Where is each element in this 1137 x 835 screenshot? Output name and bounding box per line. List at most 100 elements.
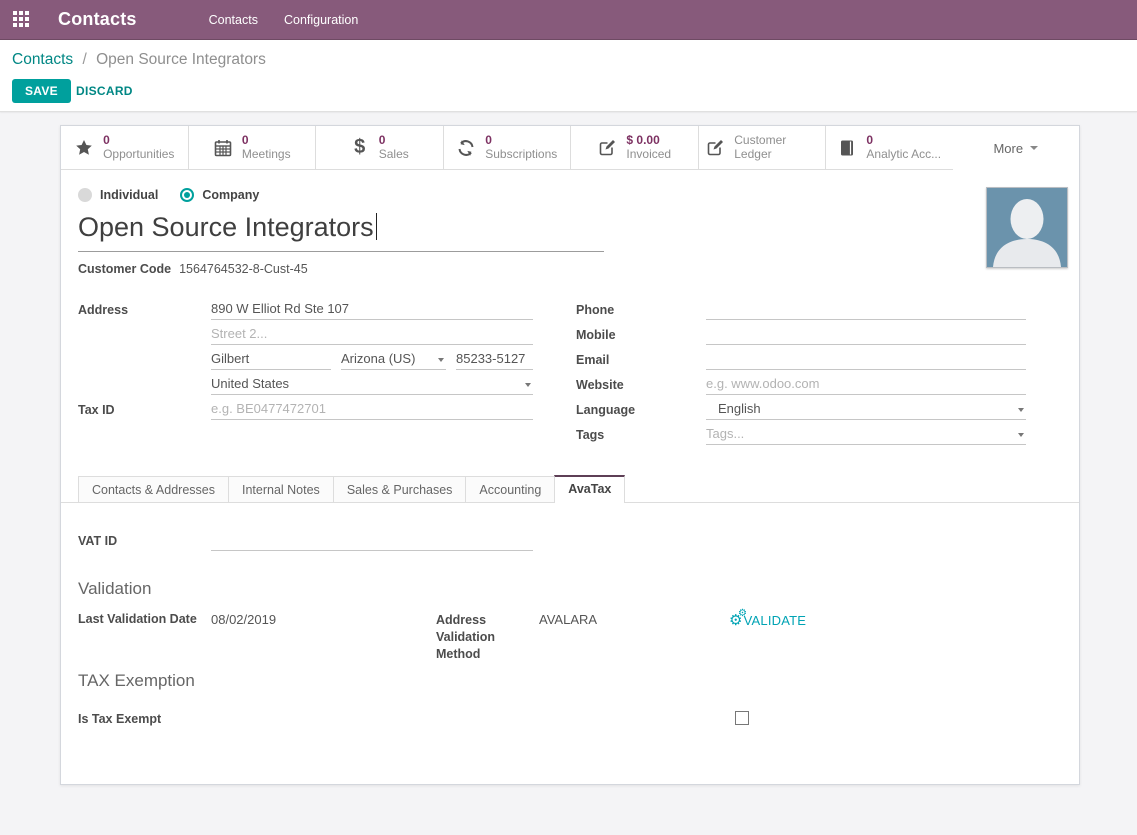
language-select[interactable]: English (706, 399, 1026, 420)
more-button[interactable]: More (953, 126, 1080, 170)
stat-label: Opportunities (103, 148, 174, 162)
tax-exemption-section-title: TAX Exemption (78, 671, 195, 691)
menu-contacts[interactable]: Contacts (209, 13, 258, 27)
stat-button-analytic-accounts[interactable]: 0 Analytic Acc... (825, 126, 953, 170)
mobile-label: Mobile (576, 328, 616, 342)
company-name-field[interactable]: Open Source Integrators (78, 212, 604, 252)
radio-individual-label: Individual (100, 188, 158, 202)
tax-id-label: Tax ID (78, 403, 115, 417)
vat-id-field[interactable] (211, 530, 533, 551)
tab-contacts-addresses[interactable]: Contacts & Addresses (78, 476, 229, 502)
company-avatar[interactable] (986, 187, 1068, 268)
stat-value: 0 (379, 134, 409, 148)
stat-label: Subscriptions (485, 148, 557, 162)
customer-code-label: Customer Code (78, 262, 171, 276)
control-panel: Contacts / Open Source Integrators SAVE … (0, 40, 1137, 112)
radio-individual[interactable] (78, 188, 92, 202)
tab-avatax[interactable]: AvaTax (554, 475, 625, 503)
state-select[interactable]: Arizona (US) (341, 349, 446, 370)
stat-label: Meetings (242, 148, 291, 162)
tax-id-field[interactable]: e.g. BE0477472701 (211, 399, 533, 420)
stat-label: Sales (379, 148, 409, 162)
stat-button-customer-ledger[interactable]: Customer Ledger (698, 126, 826, 170)
breadcrumb-parent[interactable]: Contacts (12, 51, 73, 68)
is-tax-exempt-checkbox[interactable] (735, 711, 749, 725)
apps-menu-icon[interactable] (13, 11, 31, 29)
city-value: Gilbert (211, 351, 249, 366)
stat-button-meetings[interactable]: 0 Meetings (188, 126, 316, 170)
zip-value: 85233-5127 (456, 351, 525, 366)
street2-placeholder: Street 2... (211, 326, 267, 341)
email-field[interactable] (706, 349, 1026, 370)
customer-code-row: Customer Code 1564764532-8-Cust-45 (78, 262, 308, 276)
language-value: English (718, 401, 761, 416)
last-validation-date-value: 08/02/2019 (211, 612, 276, 627)
website-placeholder: e.g. www.odoo.com (706, 376, 819, 391)
stat-button-subscriptions[interactable]: 0 Subscriptions (443, 126, 571, 170)
state-value: Arizona (US) (341, 351, 415, 366)
stat-label: Analytic Acc... (866, 148, 941, 162)
stat-button-invoiced[interactable]: $ 0.00 Invoiced (570, 126, 698, 170)
city-field[interactable]: Gilbert (211, 349, 331, 370)
phone-label: Phone (576, 303, 614, 317)
top-nav-bar: Contacts Contacts Configuration (0, 0, 1137, 40)
form-sheet: 0 Opportunities 0 Meetings $ 0 Sales (60, 125, 1080, 785)
zip-field[interactable]: 85233-5127 (456, 349, 533, 370)
tab-internal-notes[interactable]: Internal Notes (228, 476, 334, 502)
book-icon (837, 138, 857, 158)
star-icon (74, 138, 94, 158)
more-label: More (993, 141, 1023, 156)
tags-label: Tags (576, 428, 604, 442)
website-label: Website (576, 378, 624, 392)
phone-field[interactable] (706, 299, 1026, 320)
app-title: Contacts (58, 9, 137, 30)
validate-label: VALIDATE (744, 613, 807, 628)
stat-button-opportunities[interactable]: 0 Opportunities (61, 126, 188, 170)
stat-value: $ 0.00 (626, 134, 671, 148)
tags-placeholder: Tags... (706, 426, 744, 441)
chevron-down-icon (1030, 146, 1038, 150)
mobile-field[interactable] (706, 324, 1026, 345)
notebook-tabs: Contacts & Addresses Internal Notes Sale… (61, 476, 1079, 503)
title-underline (78, 251, 604, 252)
breadcrumb-current: Open Source Integrators (96, 51, 266, 68)
last-validation-date-label: Last Validation Date (78, 612, 197, 626)
chevron-down-icon (438, 358, 444, 362)
chevron-down-icon (1018, 433, 1024, 437)
gears-icon: ⚙⚙ (729, 613, 743, 628)
tab-accounting[interactable]: Accounting (465, 476, 555, 502)
language-label: Language (576, 403, 635, 417)
street-field[interactable]: 890 W Elliot Rd Ste 107 (211, 299, 533, 320)
street-value: 890 W Elliot Rd Ste 107 (211, 301, 349, 316)
dollar-icon: $ (350, 138, 370, 158)
company-type-selector: Individual Company (78, 188, 273, 202)
edit-icon (705, 138, 725, 158)
company-name: Open Source Integrators (78, 212, 374, 242)
stat-button-sales[interactable]: $ 0 Sales (315, 126, 443, 170)
menu-configuration[interactable]: Configuration (284, 13, 358, 27)
validation-section-title: Validation (78, 579, 151, 599)
address-validation-method-label: Address Validation Method (436, 612, 542, 663)
discard-button[interactable]: DISCARD (74, 79, 135, 103)
website-field[interactable]: e.g. www.odoo.com (706, 374, 1026, 395)
is-tax-exempt-label: Is Tax Exempt (78, 712, 161, 726)
calendar-icon (213, 138, 233, 158)
stat-value: 0 (103, 134, 174, 148)
customer-code-value: 1564764532-8-Cust-45 (179, 262, 308, 276)
top-menu: Contacts Configuration (209, 13, 359, 27)
radio-company[interactable] (180, 188, 194, 202)
country-select[interactable]: United States (211, 374, 533, 395)
chevron-down-icon (1018, 408, 1024, 412)
address-label: Address (78, 303, 128, 317)
validate-button[interactable]: ⚙⚙ VALIDATE (729, 613, 806, 628)
tab-sales-purchases[interactable]: Sales & Purchases (333, 476, 467, 502)
tags-field[interactable]: Tags... (706, 424, 1026, 445)
save-button[interactable]: SAVE (12, 79, 71, 103)
sync-icon (456, 138, 476, 158)
text-cursor (376, 213, 377, 240)
chevron-down-icon (525, 383, 531, 387)
stat-label: Customer Ledger (734, 134, 818, 162)
stat-value: 0 (485, 134, 557, 148)
email-label: Email (576, 353, 609, 367)
street2-field[interactable]: Street 2... (211, 324, 533, 345)
